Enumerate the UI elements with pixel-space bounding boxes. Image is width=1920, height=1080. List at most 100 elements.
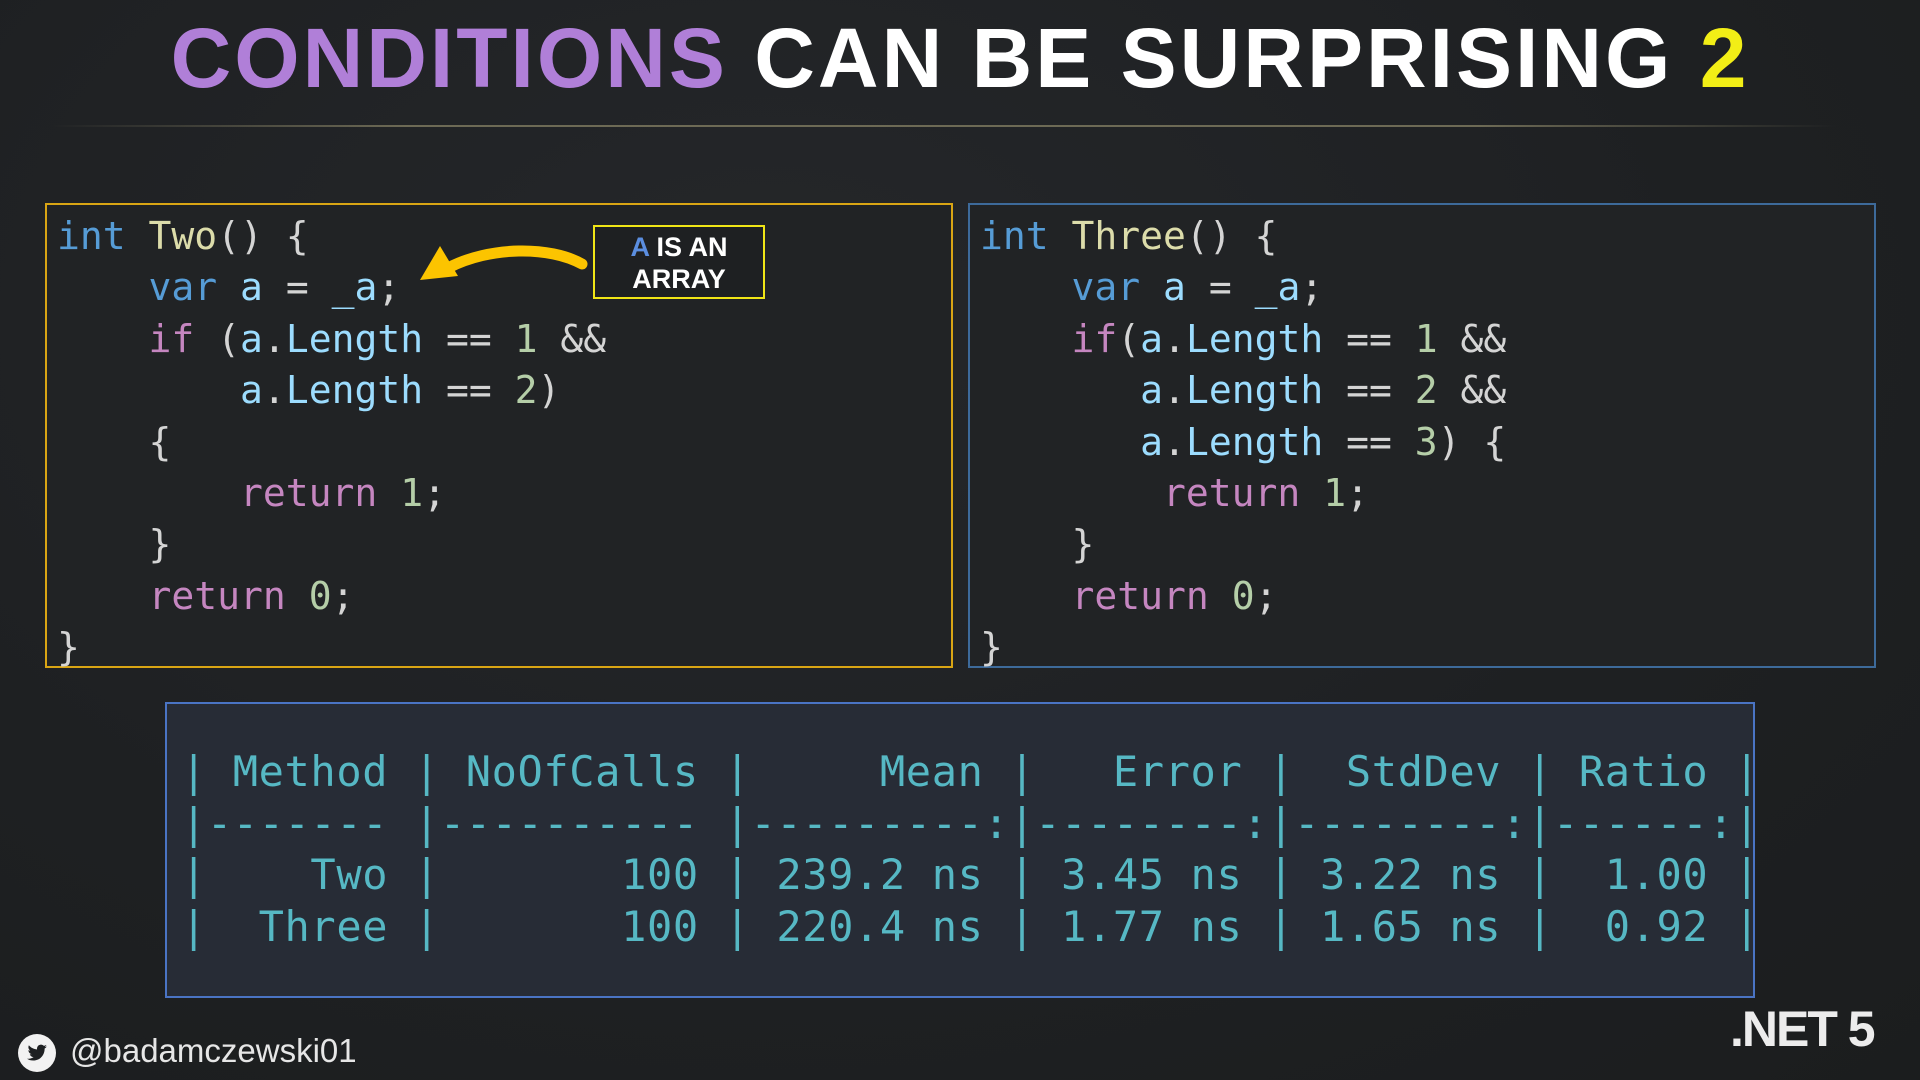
code-token-p: () { bbox=[1185, 214, 1278, 258]
code-token-ctl: return bbox=[148, 573, 286, 618]
title-part-middle: CAN BE SURPRISING bbox=[754, 11, 1674, 105]
code-token-id: a bbox=[240, 316, 263, 361]
code-token-p: ; bbox=[423, 470, 446, 515]
code-token-p: = bbox=[262, 265, 332, 310]
code-line: a.Length == 3) { bbox=[980, 417, 1506, 468]
code-token-id: a bbox=[240, 265, 263, 310]
code-token-p: } bbox=[57, 522, 172, 567]
code-token-p: == bbox=[1323, 419, 1415, 464]
code-token-p: == bbox=[423, 368, 515, 413]
code-token-id: a bbox=[1163, 265, 1186, 310]
arrow-icon bbox=[420, 245, 588, 280]
code-token-p: ; bbox=[1346, 470, 1369, 515]
code-token-p bbox=[377, 471, 400, 515]
code-token-p: { bbox=[57, 419, 172, 464]
title-part-number: 2 bbox=[1699, 11, 1750, 105]
callout-line1: IS AN bbox=[648, 232, 728, 262]
code-line: } bbox=[57, 519, 606, 570]
code-token-p bbox=[980, 368, 1140, 412]
code-token-p bbox=[57, 317, 149, 361]
code-token-p: && bbox=[537, 316, 607, 361]
code-token-id: _a bbox=[1254, 265, 1301, 310]
benchmark-results-table: | Method | NoOfCalls | Mean | Error | St… bbox=[165, 702, 1759, 998]
title-divider bbox=[49, 125, 1837, 127]
code-token-p bbox=[1140, 265, 1163, 309]
code-token-p: && bbox=[1437, 316, 1507, 361]
code-token-p bbox=[980, 420, 1140, 464]
code-token-p: ; bbox=[377, 265, 401, 310]
code-token-p bbox=[1300, 471, 1323, 515]
code-line: { bbox=[57, 417, 606, 468]
code-token-ctl: return bbox=[240, 470, 378, 515]
code-line: a.Length == 2 && bbox=[980, 365, 1506, 416]
twitter-handle: @badamczewski01 bbox=[70, 1032, 357, 1069]
code-token-p: = bbox=[1185, 265, 1255, 310]
code-line: } bbox=[980, 622, 1506, 673]
code-line: if(a.Length == 1 && bbox=[980, 314, 1507, 365]
code-line: return 0; bbox=[57, 571, 606, 622]
code-token-id: Length bbox=[285, 316, 424, 361]
code-token-num: 2 bbox=[514, 368, 538, 413]
code-token-p bbox=[286, 574, 309, 618]
code-token-id: _a bbox=[331, 265, 378, 310]
code-token-p: . bbox=[262, 316, 286, 361]
code-token-num: 1 bbox=[1323, 470, 1347, 515]
code-token-p: } bbox=[57, 625, 80, 670]
code-line: return 0; bbox=[980, 571, 1506, 622]
code-token-p: && bbox=[1437, 368, 1507, 413]
code-line: } bbox=[57, 622, 606, 673]
code-token-p bbox=[217, 265, 240, 309]
table-row: | Two | 100 | 239.2 ns | 3.45 ns | 3.22 … bbox=[181, 850, 1761, 900]
code-token-p bbox=[57, 574, 149, 618]
code-panel-three: int Three() { var a = _a; if(a.Length ==… bbox=[968, 203, 1876, 669]
code-block-three: int Three() { var a = _a; if(a.Length ==… bbox=[980, 211, 1506, 674]
code-token-p bbox=[1049, 214, 1072, 258]
title-part-conditions: CONDITIONS bbox=[170, 11, 728, 105]
code-token-fn: Three bbox=[1071, 214, 1186, 258]
callout-a-is-an-array: A IS AN ARRAY bbox=[593, 225, 765, 299]
page-title: CONDITIONS CAN BE SURPRISING 2 bbox=[0, 8, 1920, 108]
code-token-kw: var bbox=[148, 265, 218, 310]
code-token-id: Length bbox=[285, 368, 424, 413]
code-token-id: a bbox=[1140, 316, 1164, 361]
code-token-p bbox=[57, 471, 240, 515]
code-token-kw: int bbox=[57, 214, 126, 258]
code-token-num: 1 bbox=[1414, 316, 1438, 361]
code-line: if (a.Length == 1 && bbox=[57, 314, 607, 365]
code-token-num: 3 bbox=[1414, 419, 1438, 464]
code-token-p: ) { bbox=[1437, 419, 1507, 464]
code-token-ctl: return bbox=[1071, 573, 1209, 618]
code-token-kw: int bbox=[980, 214, 1049, 258]
code-token-p: == bbox=[423, 316, 515, 361]
code-line: int Three() { bbox=[980, 211, 1506, 262]
code-token-p bbox=[57, 368, 240, 412]
code-token-id: a bbox=[240, 368, 263, 413]
code-token-p: ( bbox=[194, 316, 241, 361]
code-token-p: ) bbox=[537, 368, 561, 413]
table-row: | Three | 100 | 220.4 ns | 1.77 ns | 1.6… bbox=[181, 902, 1761, 952]
code-token-num: 2 bbox=[1414, 368, 1438, 413]
twitter-icon bbox=[18, 1034, 56, 1072]
code-token-p bbox=[57, 265, 149, 309]
code-token-p: . bbox=[1163, 419, 1186, 464]
code-line: return 1; bbox=[57, 468, 606, 519]
callout-highlight: A bbox=[630, 232, 649, 262]
code-token-p bbox=[1209, 574, 1232, 618]
code-token-p: == bbox=[1323, 316, 1415, 361]
code-token-p: . bbox=[1163, 316, 1186, 361]
code-token-p bbox=[126, 214, 149, 258]
code-token-p bbox=[980, 265, 1072, 309]
code-token-p: } bbox=[980, 522, 1095, 567]
code-token-num: 1 bbox=[514, 316, 538, 361]
code-line: return 1; bbox=[980, 468, 1506, 519]
code-token-p: () { bbox=[217, 214, 309, 258]
code-token-id: Length bbox=[1185, 368, 1324, 413]
code-token-num: 1 bbox=[400, 470, 424, 515]
table-separator-row: |------- |---------- |---------:|-------… bbox=[181, 798, 1761, 848]
code-token-id: Length bbox=[1185, 419, 1324, 464]
code-token-p: . bbox=[1163, 368, 1186, 413]
code-token-id: a bbox=[1140, 368, 1164, 413]
code-token-num: 0 bbox=[1231, 573, 1255, 618]
code-token-p bbox=[980, 574, 1072, 618]
code-line: } bbox=[980, 519, 1506, 570]
